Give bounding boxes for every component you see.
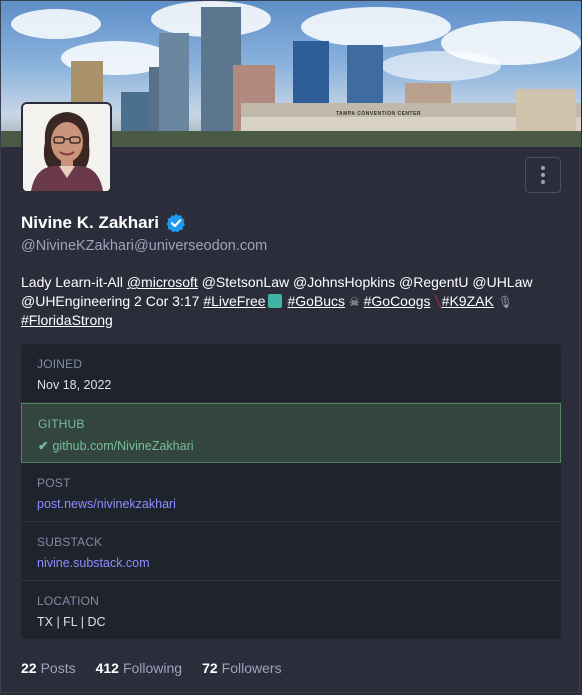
followers-count: 72 — [202, 660, 218, 676]
field-post: POST post.news/nivinekzakhari — [21, 463, 561, 522]
hashtag-livefree-link[interactable]: #LiveFree — [203, 293, 265, 309]
profile-card: TAMPA CONVENTION CENTER Nivine K. Zakhar… — [0, 0, 581, 693]
following-label: Following — [122, 660, 183, 676]
hashtag-k9zak-link[interactable]: #K9ZAK — [442, 293, 494, 309]
field-substack: SUBSTACK nivine.substack.com — [21, 522, 561, 581]
field-label: SUBSTACK — [37, 535, 103, 549]
hashtag-gobucs-link[interactable]: #GoBucs — [287, 293, 345, 309]
mention-microsoft-link[interactable]: @microsoft — [127, 274, 198, 290]
avatar-portrait — [23, 104, 110, 191]
posts-count: 22 — [21, 660, 37, 676]
profile-bio: Lady Learn-it-All @microsoft @StetsonLaw… — [21, 273, 561, 330]
hashtag-floridastrong-link[interactable]: #FloridaStrong — [21, 312, 113, 328]
field-label: JOINED — [37, 357, 83, 371]
field-value: Nov 18, 2022 — [37, 378, 112, 392]
profile-stats: 22 Posts 412 Following 72 Followers — [21, 660, 282, 676]
field-location: LOCATION TX | FL | DC — [21, 581, 561, 639]
kebab-menu-icon[interactable] — [525, 157, 561, 193]
microphone-emoji-icon: 🎙 — [497, 294, 513, 309]
profile-fields: JOINED Nov 18, 2022 GITHUB ✔ github.com/N… — [21, 344, 561, 639]
check-icon: ✔ — [38, 439, 49, 453]
header-sign-text: TAMPA CONVENTION CENTER — [336, 111, 422, 117]
field-label: GITHUB — [38, 417, 85, 431]
field-label: POST — [37, 476, 71, 490]
field-value: TX | FL | DC — [37, 615, 106, 629]
avatar[interactable] — [21, 102, 112, 193]
followers-label: Followers — [221, 660, 282, 676]
post-link[interactable]: post.news/nivinekzakhari — [37, 497, 545, 511]
verified-badge-icon — [166, 213, 186, 233]
display-name: Nivine K. Zakhari — [21, 213, 159, 232]
following-count-link[interactable]: 412 Following — [96, 660, 183, 676]
rocket-emoji-icon — [267, 293, 282, 308]
posts-count-link[interactable]: 22 Posts — [21, 660, 76, 676]
account-handle: @NivineKZakhari@universeodon.com — [21, 238, 268, 254]
name-row: Nivine K. Zakhari — [21, 213, 186, 233]
field-joined: JOINED Nov 18, 2022 — [21, 344, 561, 403]
followers-count-link[interactable]: 72 Followers — [202, 660, 281, 676]
field-value-row: ✔ github.com/NivineZakhari — [38, 438, 544, 453]
following-count: 412 — [95, 660, 119, 676]
pirate-flag-emoji-icon: ☠ — [348, 294, 360, 309]
substack-link[interactable]: nivine.substack.com — [37, 556, 545, 570]
paw-emoji-icon: ╲ — [434, 294, 442, 309]
field-github: GITHUB ✔ github.com/NivineZakhari — [21, 403, 561, 463]
hashtag-gocoogs-link[interactable]: #GoCoogs — [364, 293, 431, 309]
field-label: LOCATION — [37, 594, 100, 608]
posts-label: Posts — [40, 660, 76, 676]
github-link[interactable]: github.com/NivineZakhari — [52, 439, 193, 453]
bio-text: Lady Learn-it-All — [21, 274, 127, 290]
